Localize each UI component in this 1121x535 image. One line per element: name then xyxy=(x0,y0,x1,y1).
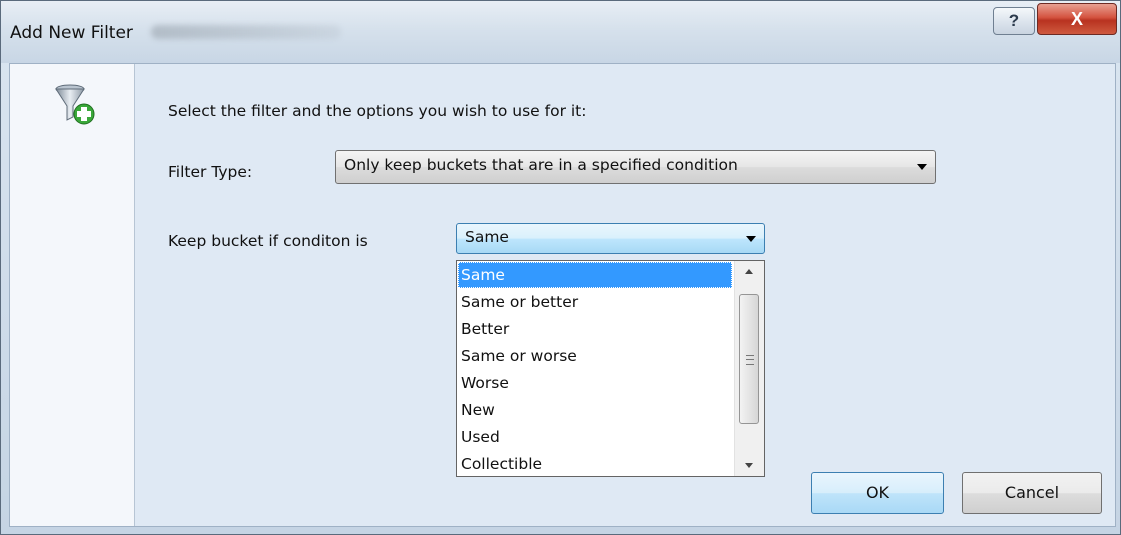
scrollbar-thumb[interactable] xyxy=(739,294,759,424)
grip-icon xyxy=(746,355,754,365)
blurred-title-text xyxy=(151,25,341,39)
title-bar[interactable]: Add New Filter ? X xyxy=(1,1,1120,63)
option-same-or-better[interactable]: Same or better xyxy=(458,289,732,315)
add-new-filter-dialog: Add New Filter ? X Select the filter and… xyxy=(0,0,1121,535)
condition-value: Same xyxy=(465,228,509,246)
scroll-down-arrow-icon[interactable] xyxy=(735,454,763,476)
option-used[interactable]: Used xyxy=(458,424,732,450)
chevron-down-icon xyxy=(746,236,756,242)
filter-type-select[interactable]: Only keep buckets that are in a specifie… xyxy=(335,150,936,184)
condition-select[interactable]: Same xyxy=(456,223,765,254)
scroll-up-arrow-icon[interactable] xyxy=(735,261,763,283)
option-same[interactable]: Same xyxy=(458,262,732,288)
dialog-content: Select the filter and the options you wi… xyxy=(9,63,1116,527)
option-collectible[interactable]: Collectible xyxy=(458,451,732,477)
cancel-button[interactable]: Cancel xyxy=(962,472,1102,514)
ok-button[interactable]: OK xyxy=(811,472,944,514)
window-title: Add New Filter xyxy=(10,23,133,43)
add-filter-icon xyxy=(55,84,95,125)
condition-dropdown-list[interactable]: Same Same or better Better Same or worse… xyxy=(456,260,765,477)
help-button[interactable]: ? xyxy=(993,7,1035,35)
option-worse[interactable]: Worse xyxy=(458,370,732,396)
close-button[interactable]: X xyxy=(1037,3,1117,35)
filter-type-value: Only keep buckets that are in a specifie… xyxy=(344,156,738,174)
instruction-text: Select the filter and the options you wi… xyxy=(168,102,587,120)
option-new[interactable]: New xyxy=(458,397,732,423)
option-better[interactable]: Better xyxy=(458,316,732,342)
option-same-or-worse[interactable]: Same or worse xyxy=(458,343,732,369)
chevron-down-icon xyxy=(917,164,927,170)
dropdown-scrollbar[interactable] xyxy=(734,261,764,476)
condition-label: Keep bucket if conditon is xyxy=(168,232,368,250)
icon-panel xyxy=(10,64,135,526)
filter-type-label: Filter Type: xyxy=(168,163,253,181)
